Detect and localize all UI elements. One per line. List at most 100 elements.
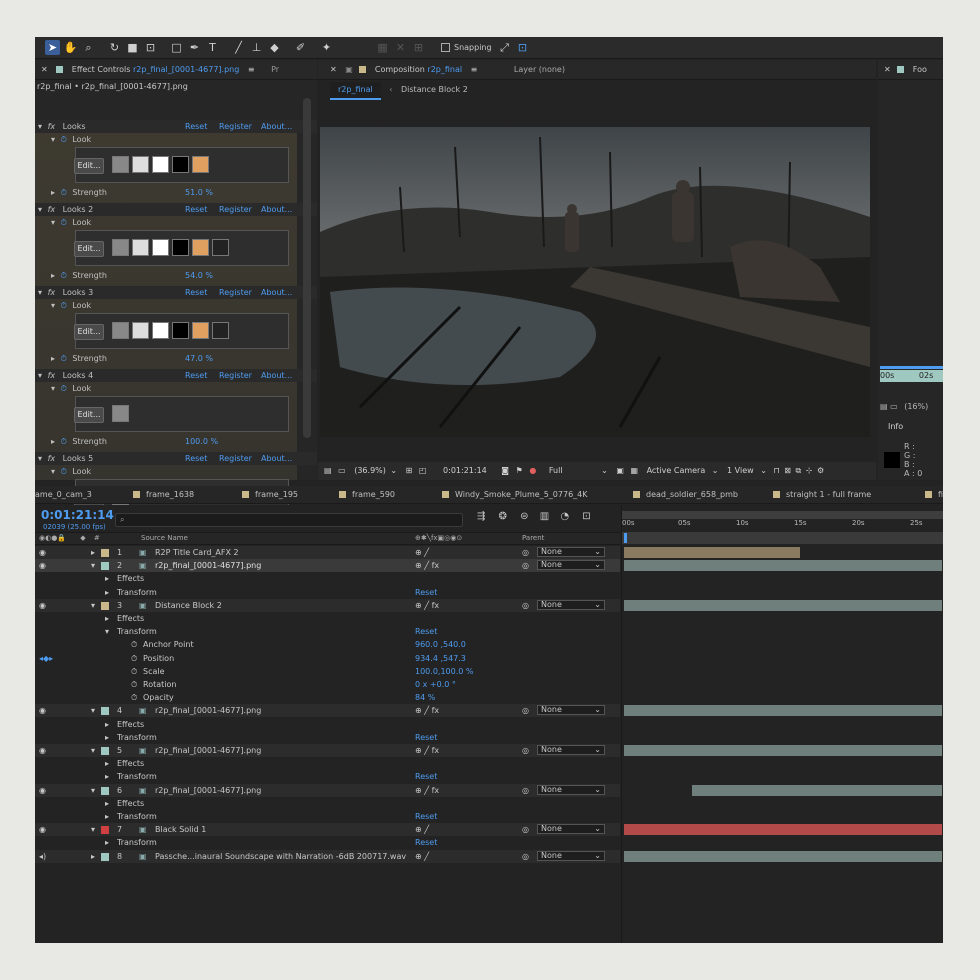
color-channels-icon[interactable]: ●: [529, 466, 536, 475]
reset-link[interactable]: Reset: [185, 369, 207, 382]
selection-tool-icon[interactable]: ➤: [45, 40, 60, 55]
effect-row[interactable]: ▾ fx Looks 2 Reset Register About...: [35, 203, 317, 216]
look-thumbnail[interactable]: [172, 322, 189, 339]
disclosure-triangle-icon[interactable]: ▸: [51, 271, 55, 280]
register-link[interactable]: Register: [219, 286, 252, 299]
disclosure-triangle-icon[interactable]: ▸: [105, 757, 109, 770]
stopwatch-icon[interactable]: ⏱: [131, 691, 137, 704]
composition-viewer[interactable]: [320, 127, 870, 437]
disclosure-triangle-icon[interactable]: ▾: [91, 704, 95, 717]
look-thumbnail[interactable]: [192, 156, 209, 173]
work-area[interactable]: [622, 511, 943, 519]
look-thumbnail[interactable]: [112, 239, 129, 256]
parent-column[interactable]: Parent: [522, 533, 544, 544]
layer-switches-icon[interactable]: ⊕ ╱ fx: [415, 559, 439, 572]
fx-icon[interactable]: fx: [48, 205, 56, 214]
footage-zoom[interactable]: (16%): [904, 402, 928, 411]
parent-dropdown[interactable]: None ⌄: [537, 560, 605, 571]
draft-3d-icon[interactable]: ❂: [499, 511, 507, 522]
property-value[interactable]: 934.4 ,547.3: [415, 652, 466, 665]
pan-behind-tool-icon[interactable]: ⊡: [143, 40, 158, 55]
look-thumbnail[interactable]: [112, 405, 129, 422]
layer-duration-bar[interactable]: [624, 824, 942, 836]
label-color-icon[interactable]: [101, 707, 109, 716]
label-color-icon[interactable]: [101, 852, 109, 861]
pickwhip-icon[interactable]: ◎: [522, 559, 529, 572]
type-tool-icon[interactable]: T: [205, 40, 220, 55]
strength-value[interactable]: 100.0 %: [185, 435, 218, 448]
fx-icon[interactable]: fx: [48, 288, 56, 297]
snapshot-icon[interactable]: ▤: [880, 402, 888, 411]
look-thumbnail[interactable]: [132, 239, 149, 256]
property-value[interactable]: Reset: [415, 586, 437, 599]
stopwatch-icon[interactable]: ⏱: [131, 678, 137, 691]
layer-switches-icon[interactable]: ⊕ ╱: [415, 823, 429, 836]
label-color-icon[interactable]: [101, 786, 109, 795]
disclosure-triangle-icon[interactable]: ▾: [38, 205, 42, 214]
zoom-tool-icon[interactable]: ⌕: [81, 40, 96, 55]
stopwatch-icon[interactable]: ⏱: [61, 384, 67, 393]
property-row[interactable]: ▸ Transform Reset: [35, 770, 620, 783]
snapshot-icon[interactable]: ▤: [324, 466, 332, 475]
close-icon[interactable]: ✕: [884, 65, 891, 74]
label-color-icon[interactable]: [101, 601, 109, 610]
parent-dropdown[interactable]: None ⌄: [537, 784, 605, 795]
layer-row[interactable]: ◉ ▸ 1 ▣ R2P Title Card_AFX 2 ⊕ ╱ ◎ None ⌄: [35, 546, 620, 559]
reset-link[interactable]: Reset: [185, 286, 207, 299]
timeline-graph[interactable]: 00s 05s 10s 15s 20s 25s: [621, 505, 943, 943]
pickwhip-icon[interactable]: ◎: [522, 704, 529, 717]
disclosure-triangle-icon[interactable]: ▸: [105, 836, 109, 849]
eye-icon[interactable]: ◉: [39, 784, 46, 797]
layer-name[interactable]: Distance Block 2: [155, 599, 222, 612]
tab-timeline[interactable]: straight 1 - full frame: [773, 486, 871, 504]
disclosure-triangle-icon[interactable]: ▸: [105, 586, 109, 599]
property-value[interactable]: 100.0,100.0 %: [415, 665, 474, 678]
magnification-dropdown[interactable]: (36.9%): [354, 466, 386, 475]
effect-row[interactable]: ▾ fx Looks 4 Reset Register About...: [35, 369, 317, 382]
clone-stamp-tool-icon[interactable]: ⊥: [249, 40, 264, 55]
about-link[interactable]: About...: [261, 286, 292, 299]
motion-blur-icon[interactable]: ◔: [560, 511, 569, 522]
disclosure-triangle-icon[interactable]: ▸: [105, 572, 109, 585]
axis-world-icon[interactable]: ✕: [393, 40, 408, 55]
property-row[interactable]: ⏱ Opacity 84 %: [35, 691, 620, 704]
time-ruler[interactable]: 00s 05s 10s 15s 20s 25s: [622, 519, 943, 533]
label-color-icon[interactable]: [101, 826, 109, 835]
pen-tool-icon[interactable]: ✒: [187, 40, 202, 55]
tab-premiere[interactable]: Pr: [271, 65, 279, 74]
eraser-tool-icon[interactable]: ◆: [267, 40, 282, 55]
layer-name[interactable]: r2p_final_[0001-4677].png: [155, 704, 261, 717]
reset-link[interactable]: Reset: [185, 120, 207, 133]
lock-icon[interactable]: ▣: [345, 65, 353, 74]
layer-name[interactable]: R2P Title Card_AFX 2: [155, 546, 239, 559]
frame-blending-icon[interactable]: ▥: [540, 511, 549, 522]
pickwhip-icon[interactable]: ◎: [522, 823, 529, 836]
roto-brush-tool-icon[interactable]: ✐: [293, 40, 308, 55]
disclosure-triangle-icon[interactable]: ▸: [91, 850, 95, 863]
layer-switches-icon[interactable]: ⊕ ╱ fx: [415, 704, 439, 717]
property-row[interactable]: ▸ Effects: [35, 797, 620, 810]
property-row[interactable]: ▸ Transform Reset: [35, 836, 620, 849]
monitor-icon[interactable]: ▭: [338, 466, 346, 475]
eye-icon[interactable]: ◉: [39, 823, 46, 836]
tab-timeline[interactable]: fi: [925, 486, 943, 504]
layer-duration-bar[interactable]: [624, 705, 942, 717]
property-row[interactable]: ▸ Transform Reset: [35, 586, 620, 599]
timeline-timecode[interactable]: 0:01:21:14: [41, 508, 114, 522]
look-thumbnail[interactable]: [172, 239, 189, 256]
tab-timeline[interactable]: frame_1638: [133, 486, 194, 504]
footage-ruler[interactable]: 00s 02s: [880, 370, 943, 382]
edit-button[interactable]: Edit...: [74, 158, 104, 174]
disclosure-triangle-icon[interactable]: ▾: [51, 467, 55, 476]
disclosure-triangle-icon[interactable]: ▾: [51, 135, 55, 144]
property-row[interactable]: ▸ Transform Reset: [35, 810, 620, 823]
look-thumbnail[interactable]: [192, 239, 209, 256]
time-navigator[interactable]: [622, 532, 943, 544]
axis-view-icon[interactable]: ⊞: [411, 40, 426, 55]
rectangle-tool-icon[interactable]: □: [169, 40, 184, 55]
snap-edges-icon[interactable]: ⤢: [497, 40, 512, 55]
label-color-icon[interactable]: [101, 549, 109, 557]
look-thumbnail[interactable]: [172, 156, 189, 173]
stopwatch-icon[interactable]: ⏱: [61, 218, 67, 227]
layer-row[interactable]: ◉ ▾ 4 ▣ r2p_final_[0001-4677].png ⊕ ╱ fx…: [35, 704, 620, 718]
